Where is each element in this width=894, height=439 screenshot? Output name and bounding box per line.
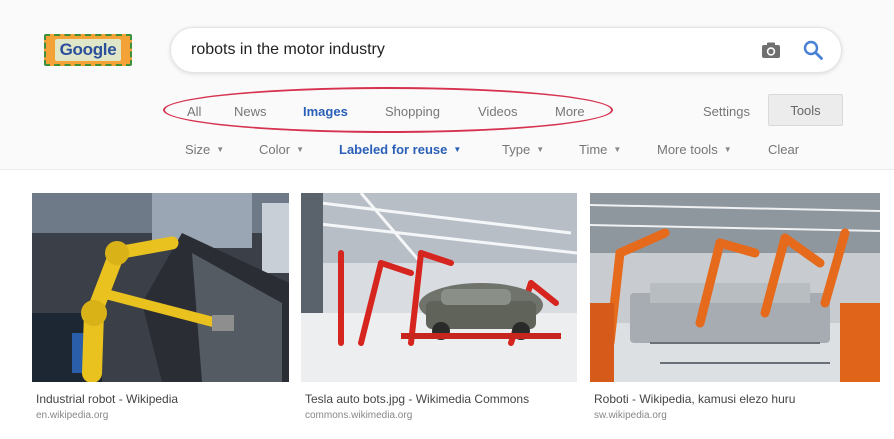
tab-images[interactable]: Images [303,104,348,119]
search-results-page: Google robots in the motor industry All … [0,0,894,439]
filter-size-label: Size [185,142,211,157]
search-box[interactable]: robots in the motor industry [170,27,842,73]
tab-videos[interactable]: Videos [478,104,518,119]
result-title[interactable]: Tesla auto bots.jpg - Wikimedia Commons [305,392,529,406]
tab-news[interactable]: News [234,104,267,119]
caret-down-icon: ▼ [613,145,622,154]
caret-down-icon: ▼ [453,145,462,154]
image-thumbnail[interactable] [590,193,880,382]
filter-color-label: Color [259,142,291,157]
filter-more-tools[interactable]: More tools ▼ [657,142,732,157]
filter-usage-rights[interactable]: Labeled for reuse ▼ [339,142,461,157]
settings-link[interactable]: Settings [703,104,750,119]
magnifier-icon[interactable] [802,39,824,61]
image-thumbnail[interactable] [32,193,289,382]
filter-usage-rights-label: Labeled for reuse [339,142,448,157]
filter-time-label: Time [579,142,608,157]
caret-down-icon: ▼ [723,145,732,154]
tab-shopping[interactable]: Shopping [385,104,440,119]
filter-time[interactable]: Time ▼ [579,142,621,157]
result-source: commons.wikimedia.org [305,410,413,421]
filter-size[interactable]: Size ▼ [185,142,224,157]
filter-more-tools-label: More tools [657,142,718,157]
filter-type[interactable]: Type ▼ [502,142,544,157]
clear-filters-link[interactable]: Clear [768,142,799,157]
caret-down-icon: ▼ [536,145,545,154]
camera-icon[interactable] [761,40,781,60]
result-title[interactable]: Industrial robot - Wikipedia [36,392,178,406]
filter-type-label: Type [502,142,531,157]
caret-down-icon: ▼ [296,145,304,154]
caret-down-icon: ▼ [216,145,225,154]
search-input[interactable]: robots in the motor industry [191,41,385,59]
google-logo[interactable]: Google [44,34,132,66]
result-title[interactable]: Roboti - Wikipedia, kamusi elezo huru [594,392,795,406]
image-thumbnail[interactable] [301,193,577,382]
filter-color[interactable]: Color ▼ [259,142,304,157]
tools-button-label: Tools [790,102,821,118]
logo-text: Google [54,39,122,61]
tools-button[interactable]: Tools [768,94,843,126]
tab-more[interactable]: More [555,104,585,119]
result-source: sw.wikipedia.org [594,410,667,421]
tab-all[interactable]: All [187,104,201,119]
result-source: en.wikipedia.org [36,410,109,421]
